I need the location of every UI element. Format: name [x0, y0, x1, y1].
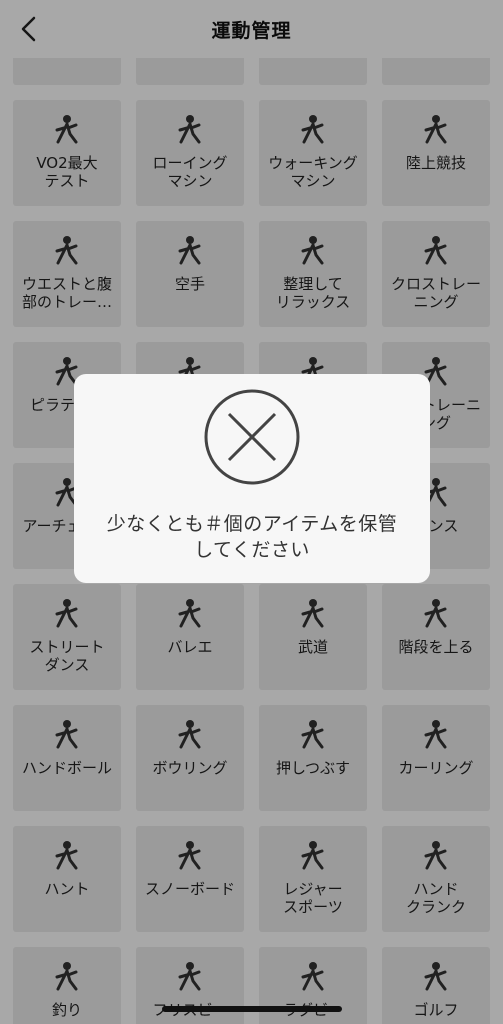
home-indicator[interactable]	[162, 1006, 342, 1012]
close-circle-icon	[204, 389, 300, 485]
dialog-message: 少なくとも＃個のアイテムを保管してください	[106, 513, 398, 561]
alert-dialog: 少なくとも＃個のアイテムを保管してください	[74, 374, 430, 583]
